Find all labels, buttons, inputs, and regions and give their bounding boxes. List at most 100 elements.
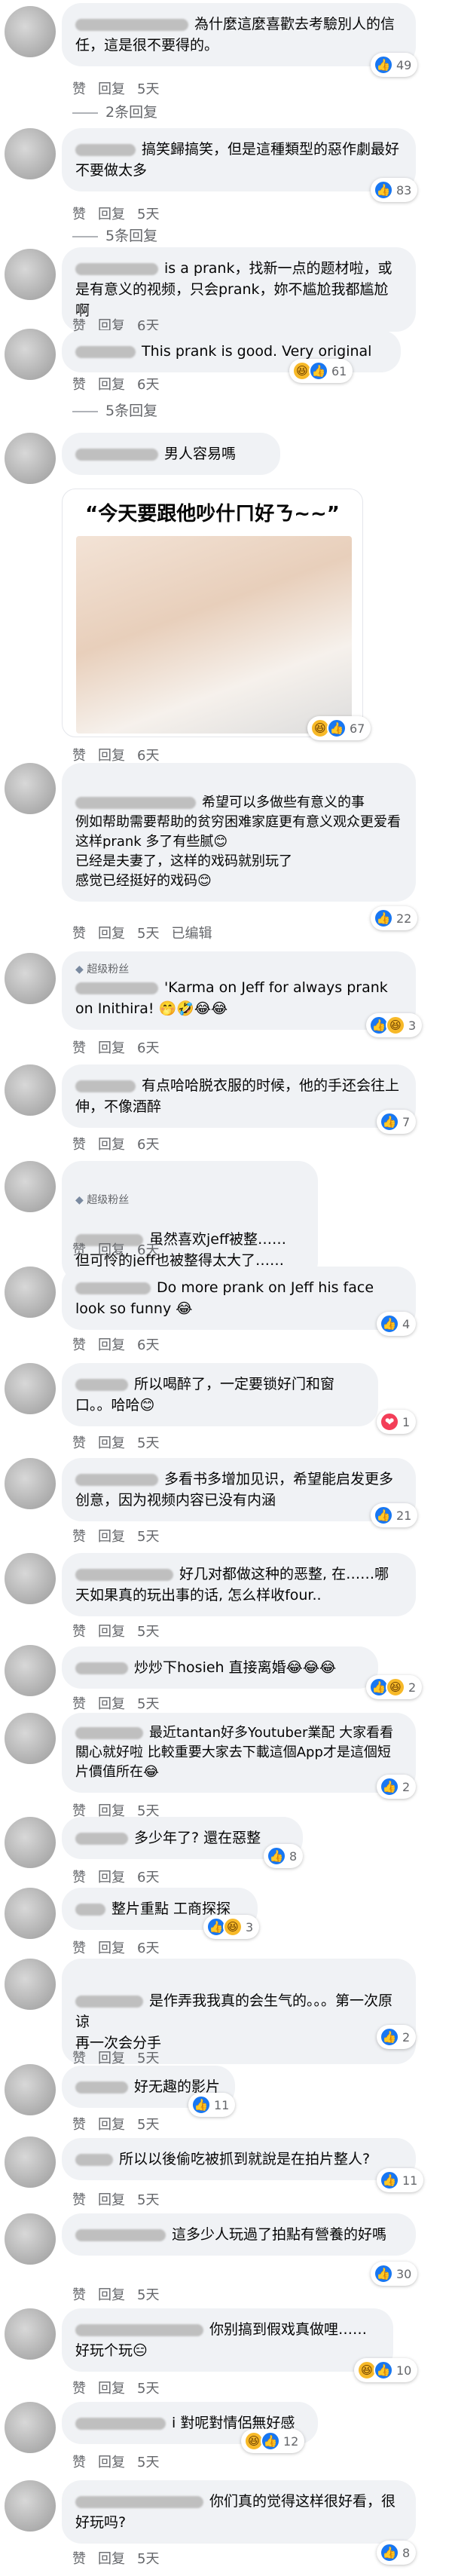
reaction-summary[interactable]: 😆 👍 67 [307, 716, 371, 740]
timestamp[interactable]: 5天 [137, 81, 159, 97]
reaction-summary[interactable]: 😆 👍 61 [289, 359, 353, 383]
like-button[interactable]: 赞 [72, 1040, 86, 1056]
reply-button[interactable]: 回复 [98, 81, 125, 97]
avatar[interactable] [5, 6, 56, 57]
reply-button[interactable]: 回复 [98, 377, 125, 393]
author-name[interactable] [75, 2153, 113, 2166]
avatar[interactable] [5, 2480, 56, 2532]
like-button[interactable]: 赞 [72, 1529, 86, 1545]
author-name[interactable] [75, 2323, 203, 2336]
timestamp[interactable]: 6天 [137, 1137, 159, 1153]
author-name[interactable] [75, 2228, 166, 2241]
like-button[interactable]: 赞 [72, 2051, 86, 2066]
author-name[interactable] [75, 1832, 128, 1845]
avatar[interactable] [5, 329, 56, 380]
avatar[interactable] [5, 433, 56, 484]
timestamp[interactable]: 5天 [137, 2381, 159, 2397]
avatar[interactable] [5, 2213, 56, 2265]
reaction-summary[interactable]: 👍 22 [371, 906, 418, 930]
avatar[interactable] [5, 2308, 56, 2360]
reaction-summary[interactable]: 👍 2 [377, 2025, 417, 2049]
avatar[interactable] [5, 953, 56, 1004]
reaction-summary[interactable]: 👍 😆 3 [366, 1013, 423, 1037]
timestamp[interactable]: 6天 [137, 1870, 159, 1885]
timestamp[interactable]: 5天 [137, 926, 159, 942]
reaction-summary[interactable]: 👍 4 [377, 1312, 417, 1336]
like-button[interactable]: 赞 [72, 2551, 86, 2567]
author-name[interactable] [75, 262, 158, 275]
reply-button[interactable]: 回复 [98, 1529, 125, 1545]
timestamp[interactable]: 6天 [137, 1337, 159, 1353]
reply-button[interactable]: 回复 [98, 1337, 125, 1353]
reply-button[interactable]: 回复 [98, 2192, 125, 2208]
reply-button[interactable]: 回复 [98, 1435, 125, 1451]
reaction-summary[interactable]: 👍 8 [264, 1844, 304, 1868]
author-name[interactable] [75, 1282, 151, 1294]
reaction-summary[interactable]: 👍 😆 3 [203, 1915, 260, 1939]
avatar[interactable] [5, 2402, 56, 2453]
avatar[interactable] [5, 2064, 56, 2115]
avatar[interactable] [5, 1817, 56, 1868]
like-button[interactable]: 赞 [72, 81, 86, 97]
author-name[interactable] [75, 1473, 158, 1486]
timestamp[interactable]: 5天 [137, 2455, 159, 2470]
author-name[interactable] [75, 143, 136, 156]
reply-button[interactable]: 回复 [98, 1940, 125, 1956]
timestamp[interactable]: 5天 [137, 2117, 159, 2133]
like-button[interactable]: 赞 [72, 2117, 86, 2133]
author-name[interactable] [75, 2081, 128, 2094]
top-fan-badge[interactable]: 超级粉丝 [75, 1193, 304, 1208]
avatar[interactable] [5, 1959, 56, 2010]
timestamp[interactable]: 5天 [137, 2287, 159, 2303]
avatar[interactable] [5, 1161, 56, 1212]
like-button[interactable]: 赞 [72, 2381, 86, 2397]
author-name[interactable] [75, 345, 136, 358]
like-button[interactable]: 赞 [72, 2287, 86, 2303]
author-name[interactable] [75, 797, 196, 809]
reply-button[interactable]: 回复 [98, 207, 125, 222]
reply-button[interactable]: 回复 [98, 748, 125, 764]
reply-button[interactable]: 回复 [98, 1242, 125, 1258]
avatar[interactable] [5, 763, 56, 814]
avatar[interactable] [5, 128, 56, 179]
timestamp[interactable]: 5天 [137, 1529, 159, 1545]
timestamp[interactable]: 6天 [137, 1242, 159, 1258]
like-button[interactable]: 赞 [72, 926, 86, 942]
like-button[interactable]: 赞 [72, 1870, 86, 1885]
author-name[interactable] [75, 1903, 105, 1916]
reaction-summary[interactable]: 👍 30 [371, 2262, 418, 2286]
avatar[interactable] [5, 1458, 56, 1509]
author-name[interactable] [75, 1727, 143, 1739]
author-name[interactable] [75, 982, 158, 994]
reaction-summary[interactable]: 👍 2 [377, 1775, 417, 1799]
like-button[interactable]: 赞 [72, 1940, 86, 1956]
meme-image[interactable]: “今天要跟他吵什ㄇ好ㄋ~~” [62, 489, 363, 737]
like-button[interactable]: 赞 [72, 1435, 86, 1451]
timestamp[interactable]: 5天 [137, 1696, 159, 1712]
reply-button[interactable]: 回复 [98, 1624, 125, 1640]
like-button[interactable]: 赞 [72, 1337, 86, 1353]
author-name[interactable] [75, 1378, 128, 1391]
reaction-summary[interactable]: 👍 7 [377, 1110, 417, 1134]
reply-button[interactable]: 回复 [98, 2051, 125, 2066]
avatar[interactable] [5, 1713, 56, 1764]
avatar[interactable] [5, 1645, 56, 1696]
timestamp[interactable]: 6天 [137, 377, 159, 393]
avatar[interactable] [5, 1363, 56, 1414]
reply-button[interactable]: 回复 [98, 1137, 125, 1153]
reaction-summary[interactable]: 👍 11 [188, 2093, 236, 2117]
timestamp[interactable]: 6天 [137, 748, 159, 764]
author-name[interactable] [75, 1568, 173, 1581]
edited-label[interactable]: 已编辑 [171, 926, 212, 942]
reaction-summary[interactable]: ❤ 1 [377, 1410, 417, 1434]
author-name[interactable] [75, 448, 158, 461]
avatar[interactable] [5, 1553, 56, 1604]
reaction-summary[interactable]: 😆 👍 12 [241, 2429, 305, 2453]
top-fan-badge[interactable]: 超级粉丝 [75, 962, 402, 977]
reply-button[interactable]: 回复 [98, 2287, 125, 2303]
avatar[interactable] [5, 1267, 56, 1318]
like-button[interactable]: 赞 [72, 207, 86, 222]
reply-button[interactable]: 回复 [98, 1870, 125, 1885]
reply-button[interactable]: 回复 [98, 2455, 125, 2470]
timestamp[interactable]: 6天 [137, 1040, 159, 1056]
